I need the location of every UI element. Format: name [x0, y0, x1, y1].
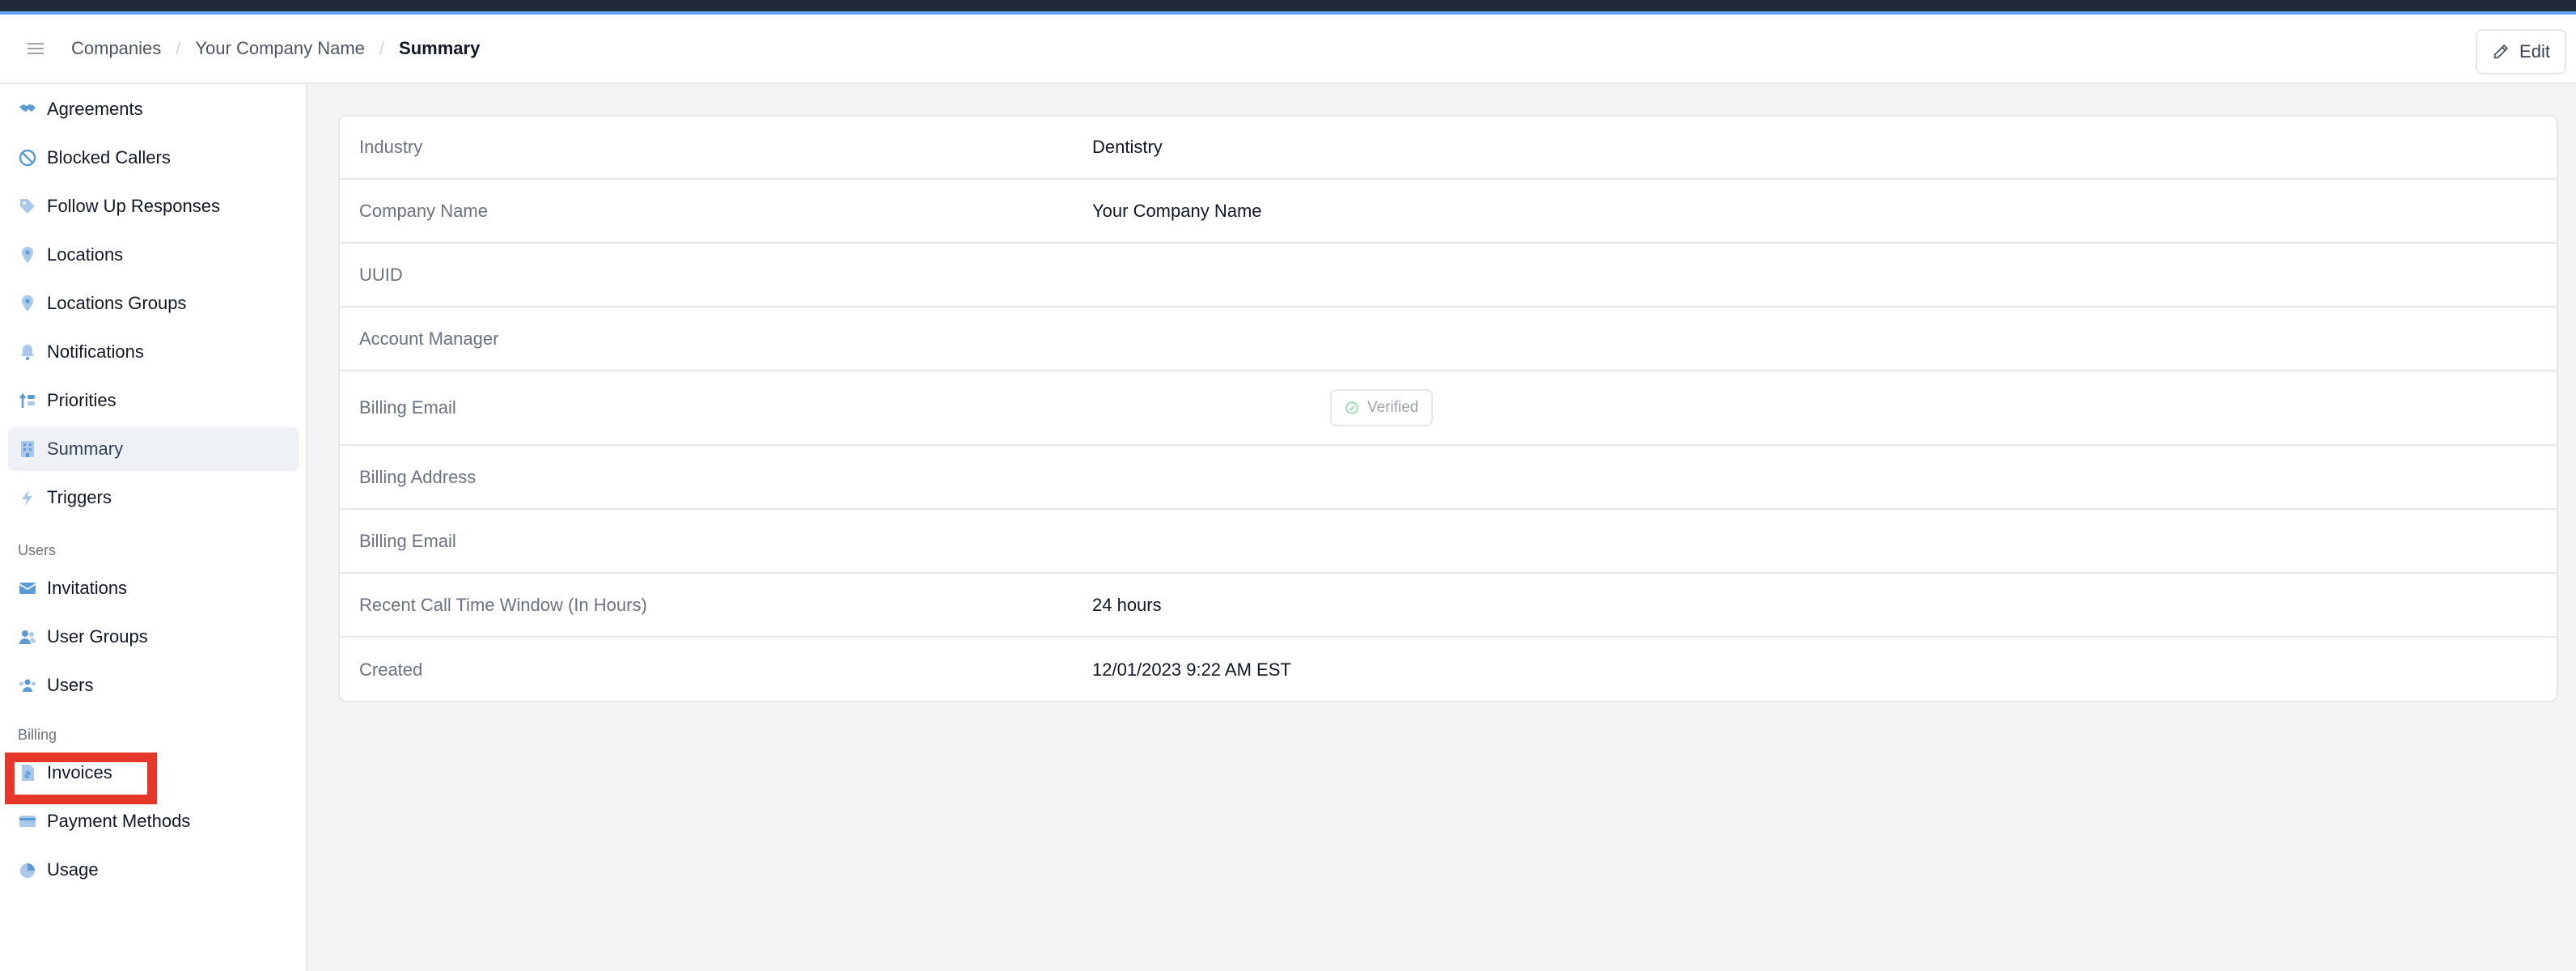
sidebar-item-user-groups[interactable]: User Groups [8, 615, 299, 659]
sidebar-item-notifications[interactable]: Notifications [8, 330, 299, 374]
sidebar-item-locations-groups[interactable]: Locations Groups [8, 282, 299, 325]
map-pin-icon [18, 245, 37, 265]
breadcrumb: Companies / Your Company Name / Summary [71, 38, 480, 59]
sidebar-item-summary[interactable]: Summary [8, 427, 299, 471]
summary-row-company-name: Company Name Your Company Name [340, 180, 2557, 244]
building-icon [18, 439, 37, 459]
sidebar-item-label: Users [47, 675, 94, 695]
sidebar-item-label: Usage [47, 859, 99, 880]
user-group-icon [18, 627, 37, 647]
users-icon [18, 676, 37, 695]
priorities-icon [18, 391, 37, 410]
row-label: Account Manager [359, 328, 499, 349]
verified-badge: Verified [1330, 389, 1434, 426]
bolt-icon [18, 488, 37, 507]
row-label: Billing Email [359, 397, 456, 418]
edit-button[interactable]: Edit [2476, 29, 2566, 74]
menu-toggle-button[interactable] [19, 32, 52, 65]
breadcrumb-separator: / [379, 38, 385, 58]
row-label: Billing Address [359, 466, 477, 487]
summary-row-uuid: UUID [340, 244, 2557, 307]
row-value: 12/01/2023 9:22 AM EST [1092, 659, 1291, 680]
sidebar-item-invitations[interactable]: Invitations [8, 566, 299, 610]
sidebar-item-label: Agreements [47, 99, 143, 119]
pencil-icon [2493, 44, 2509, 59]
sidebar-item-label: Priorities [47, 390, 117, 410]
summary-row-billing-email-2: Billing Email [340, 510, 2557, 574]
summary-row-account-manager: Account Manager [340, 307, 2557, 371]
sidebar-item-locations[interactable]: Locations [8, 233, 299, 277]
sidebar-item-label: Triggers [47, 487, 112, 507]
sidebar-item-label: Blocked Callers [47, 147, 171, 167]
tag-icon [18, 197, 37, 216]
header: Companies / Your Company Name / Summary … [0, 15, 2576, 84]
row-label: Recent Call Time Window (In Hours) [359, 594, 647, 615]
sidebar-item-usage[interactable]: Usage [8, 848, 299, 892]
sidebar-item-label: Summary [47, 439, 124, 459]
breadcrumb-separator: / [176, 38, 181, 58]
summary-row-created: Created 12/01/2023 9:22 AM EST [340, 638, 2557, 701]
document-icon [18, 763, 37, 782]
summary-row-billing-address: Billing Address [340, 446, 2557, 510]
summary-row-billing-email: Billing Email Verified [340, 371, 2557, 446]
summary-row-industry: Industry Dentistry [340, 117, 2557, 180]
bell-icon [18, 342, 37, 362]
sidebar-item-follow-up-responses[interactable]: Follow Up Responses [8, 184, 299, 228]
row-value: Your Company Name [1092, 200, 1262, 221]
sidebar-item-invoices[interactable]: Invoices [8, 751, 299, 795]
sidebar-item-label: Invoices [47, 762, 112, 782]
envelope-icon [18, 579, 37, 598]
map-pin-icon [18, 294, 37, 313]
row-label: Industry [359, 137, 423, 157]
sidebar-item-triggers[interactable]: Triggers [8, 476, 299, 519]
row-value: Dentistry [1092, 137, 1163, 157]
row-label: Company Name [359, 200, 488, 221]
ban-icon [18, 148, 37, 167]
credit-card-icon [18, 812, 37, 831]
hamburger-icon [28, 43, 44, 54]
sidebar-item-label: Locations Groups [47, 293, 187, 313]
row-label: Billing Email [359, 530, 456, 551]
sidebar-item-label: Notifications [47, 341, 144, 362]
sidebar-item-payment-methods[interactable]: Payment Methods [8, 799, 299, 843]
sidebar-item-label: Locations [47, 244, 124, 265]
summary-row-recent-call-window: Recent Call Time Window (In Hours) 24 ho… [340, 574, 2557, 638]
row-label: UUID [359, 264, 403, 285]
handshake-icon [18, 100, 37, 119]
top-strip [0, 0, 2576, 15]
sidebar-item-label: Payment Methods [47, 811, 191, 831]
check-circle-icon [1345, 401, 1358, 414]
breadcrumb-current: Summary [399, 38, 481, 58]
sidebar-item-label: User Groups [47, 626, 148, 647]
section-label-users: Users [18, 542, 57, 558]
sidebar-item-agreements[interactable]: Agreements [8, 87, 299, 131]
breadcrumb-company[interactable]: Your Company Name [195, 38, 365, 59]
row-label: Created [359, 659, 423, 680]
section-label-billing: Billing [18, 727, 57, 743]
verified-label: Verified [1367, 399, 1419, 416]
breadcrumb-companies[interactable]: Companies [71, 38, 161, 59]
sidebar-item-label: Invitations [47, 578, 128, 598]
edit-label: Edit [2519, 41, 2550, 61]
row-value: 24 hours [1092, 594, 1162, 615]
sidebar-item-priorities[interactable]: Priorities [8, 379, 299, 422]
sidebar-item-blocked-callers[interactable]: Blocked Callers [8, 136, 299, 180]
sidebar-item-label: Follow Up Responses [47, 196, 220, 216]
sidebar: Agreements Blocked Callers Follow Up Res… [0, 84, 307, 971]
sidebar-item-users[interactable]: Users [8, 664, 299, 707]
pie-chart-icon [18, 860, 37, 880]
summary-card: Industry Dentistry Company Name Your Com… [338, 115, 2558, 702]
